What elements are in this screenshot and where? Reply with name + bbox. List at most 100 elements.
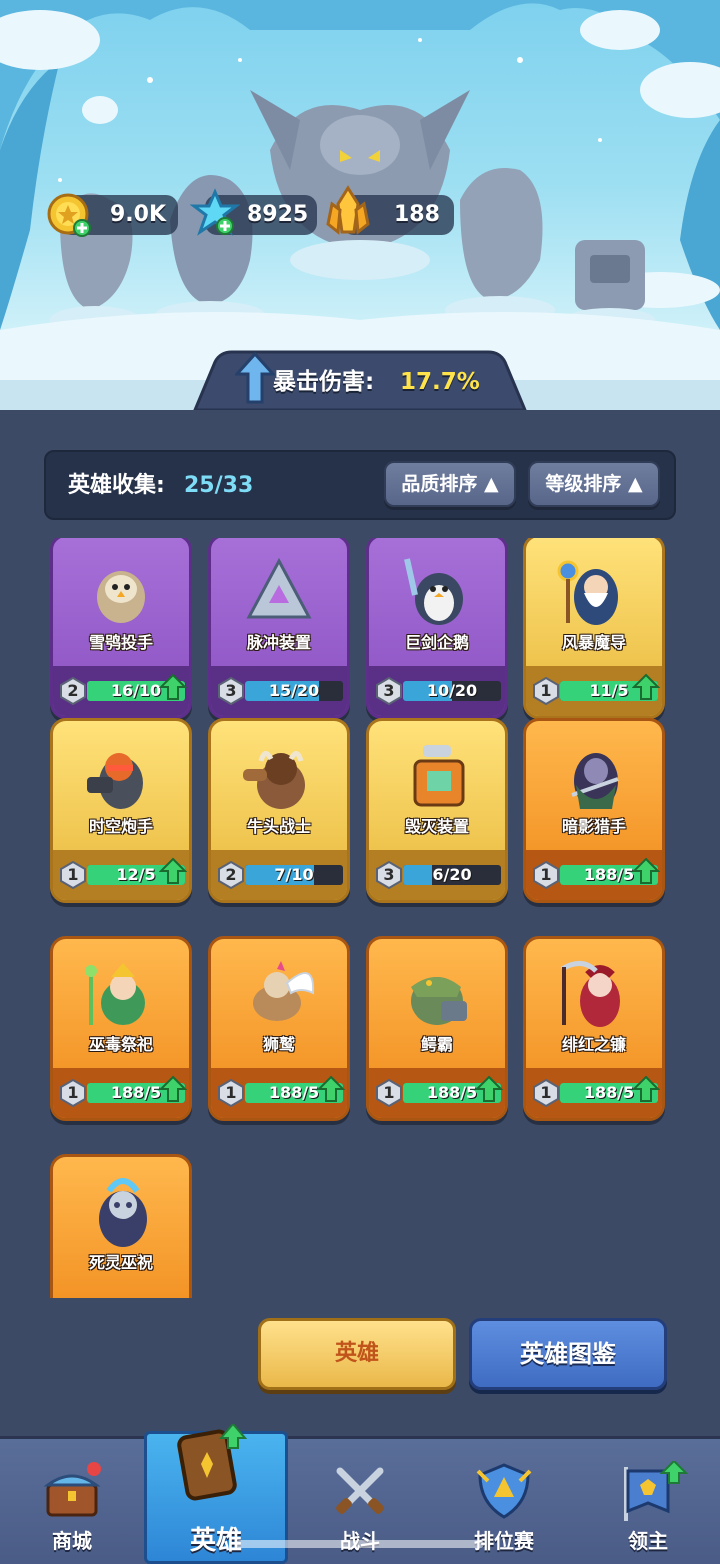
hero-level-badge: 1 bbox=[532, 676, 560, 706]
hero-portrait-icon bbox=[99, 1178, 147, 1247]
lord-banner-icon bbox=[624, 1461, 688, 1521]
gold-crystal-icon[interactable] bbox=[320, 184, 376, 240]
sort-by-quality-button[interactable]: 品质排序 ▲ bbox=[384, 461, 516, 507]
hero-level: 2 bbox=[225, 865, 237, 884]
hero-card[interactable]: 绯红之镰 1 188/5 bbox=[523, 936, 665, 1121]
upgrade-arrow-icon bbox=[632, 857, 660, 884]
hero-card-footer: 2 7/10 bbox=[211, 850, 347, 900]
crit-damage-banner: 暴击伤害: 17.7% bbox=[195, 352, 525, 410]
hero-card[interactable]: 毁灭装置 3 6/20 bbox=[366, 718, 508, 903]
home-indicator bbox=[236, 1540, 484, 1548]
hero-shard-count: 6/20 bbox=[432, 865, 472, 884]
hero-portrait-icon bbox=[557, 560, 618, 625]
hero-card-icon bbox=[177, 1424, 247, 1501]
hero-level-badge: 2 bbox=[217, 860, 245, 890]
hero-shard-count: 10/20 bbox=[426, 681, 478, 700]
crossed-swords-icon bbox=[336, 1467, 384, 1514]
hero-level-badge: 1 bbox=[59, 860, 87, 890]
hero-level: 1 bbox=[540, 681, 552, 700]
hero-card[interactable]: 脉冲装置 3 15/20 bbox=[208, 538, 350, 719]
hero-card-footer: 1 188/5 bbox=[526, 850, 662, 900]
nav-shop[interactable]: 商城 bbox=[0, 1439, 144, 1564]
sort-level-label: 等级排序 ▲ bbox=[545, 473, 643, 495]
hero-level-badge: 1 bbox=[532, 1078, 560, 1108]
hero-card[interactable]: 牛头战士 2 7/10 bbox=[208, 718, 350, 903]
upgrade-arrow-icon bbox=[159, 857, 187, 884]
hero-portrait-icon bbox=[85, 963, 145, 1025]
hero-level-badge: 3 bbox=[217, 676, 245, 706]
hero-name: 鳄霸 bbox=[420, 1035, 453, 1054]
hero-card[interactable]: 狮鹫 1 188/5 bbox=[208, 936, 350, 1121]
hero-card[interactable]: 暗影猎手 1 188/5 bbox=[523, 718, 665, 903]
hero-level: 1 bbox=[540, 1083, 552, 1102]
hero-portrait-icon bbox=[413, 745, 465, 807]
hero-card-footer: 1 188/5 bbox=[526, 1068, 662, 1118]
hero-name: 绯红之镰 bbox=[561, 1035, 626, 1054]
hero-level: 3 bbox=[225, 681, 237, 700]
sort-by-level-button[interactable]: 等级排序 ▲ bbox=[528, 461, 660, 507]
hero-level-badge: 1 bbox=[217, 1078, 245, 1108]
hero-portrait-icon bbox=[571, 753, 619, 809]
upgrade-arrow-icon bbox=[317, 1075, 345, 1102]
hero-portrait-icon bbox=[246, 557, 312, 619]
hero-card-footer: 1 188/5 bbox=[211, 1068, 347, 1118]
upgrade-arrow-icon bbox=[159, 673, 187, 700]
hero-grid: 雪鸮投手 2 16/10 脉冲装置 3 15/20 巨剑企鹅 3 10/20 风暴魔导 1 11/5 时… bbox=[0, 538, 720, 1298]
sort-quality-label: 品质排序 ▲ bbox=[401, 473, 499, 495]
upgrade-arrow-icon bbox=[475, 1075, 503, 1102]
hero-name: 时空炮手 bbox=[88, 817, 153, 836]
upgrade-arrow-icon bbox=[632, 673, 660, 700]
hero-shard-count: 15/20 bbox=[268, 681, 320, 700]
hero-name: 狮鹫 bbox=[262, 1035, 295, 1054]
crit-damage-value: 17.7% bbox=[400, 369, 480, 395]
hero-card[interactable]: 巫毒祭祀 1 188/5 bbox=[50, 936, 192, 1121]
nav-heroes-label: 英雄 bbox=[189, 1526, 242, 1556]
nav-lord-label: 领主 bbox=[628, 1529, 668, 1553]
hero-portrait-icon bbox=[87, 753, 143, 809]
hero-shard-progress-bar: 15/20 bbox=[245, 681, 343, 701]
hero-name: 死灵巫祝 bbox=[88, 1253, 153, 1272]
hero-card[interactable]: 鳄霸 1 188/5 bbox=[366, 936, 508, 1121]
hero-card-footer: 1 188/5 bbox=[369, 1068, 505, 1118]
hero-card-footer: 3 6/20 bbox=[369, 850, 505, 900]
hero-level: 3 bbox=[383, 865, 395, 884]
hero-level: 1 bbox=[67, 865, 79, 884]
gold-value: 9.0K bbox=[110, 202, 167, 227]
hero-card[interactable]: 风暴魔导 1 11/5 bbox=[523, 538, 665, 719]
hero-shard-progress-bar: 7/10 bbox=[245, 865, 343, 885]
upgrade-arrow-icon bbox=[159, 1075, 187, 1102]
hero-name: 风暴魔导 bbox=[561, 633, 626, 652]
hero-name: 巫毒祭祀 bbox=[88, 1035, 153, 1054]
nav-lord[interactable]: 领主 bbox=[576, 1439, 720, 1564]
hero-collection-header: 英雄收集: 25/33 品质排序 ▲ 等级排序 ▲ bbox=[44, 450, 676, 520]
hero-level: 3 bbox=[383, 681, 395, 700]
up-arrow-icon bbox=[235, 352, 275, 404]
hero-level: 1 bbox=[383, 1083, 395, 1102]
hero-name: 脉冲装置 bbox=[246, 633, 311, 652]
diamond-value: 8925 bbox=[247, 202, 309, 227]
hero-portrait-icon bbox=[243, 751, 305, 809]
rank-shield-icon bbox=[476, 1463, 532, 1519]
hero-card[interactable]: 巨剑企鹅 3 10/20 bbox=[366, 538, 508, 719]
hero-card[interactable]: 雪鸮投手 2 16/10 bbox=[50, 538, 192, 719]
hero-codex-button[interactable]: 英雄图鉴 bbox=[469, 1318, 667, 1390]
hero-portrait-icon bbox=[97, 571, 145, 623]
hero-card[interactable]: 死灵巫祝 bbox=[50, 1154, 192, 1298]
hero-name: 毁灭装置 bbox=[404, 817, 469, 836]
hero-tab-button[interactable]: 英雄 bbox=[258, 1318, 456, 1390]
hero-card-footer: 1 11/5 bbox=[526, 666, 662, 716]
hero-shard-progress-bar: 10/20 bbox=[403, 681, 501, 701]
hero-card-footer: 3 15/20 bbox=[211, 666, 347, 716]
hero-card-footer: 3 10/20 bbox=[369, 666, 505, 716]
hero-level-badge: 1 bbox=[59, 1078, 87, 1108]
shop-chest-icon bbox=[43, 1462, 101, 1517]
hero-codex-label: 英雄图鉴 bbox=[520, 1340, 616, 1368]
hero-level: 1 bbox=[225, 1083, 237, 1102]
ice-crystal-icon[interactable] bbox=[190, 188, 240, 238]
hero-level-badge: 3 bbox=[375, 860, 403, 890]
hero-level-badge: 1 bbox=[532, 860, 560, 890]
gold-coin-icon[interactable] bbox=[46, 192, 94, 240]
hero-card[interactable]: 时空炮手 1 12/5 bbox=[50, 718, 192, 903]
hero-portrait-icon bbox=[411, 977, 467, 1025]
hero-card-footer: 1 188/5 bbox=[53, 1068, 189, 1118]
